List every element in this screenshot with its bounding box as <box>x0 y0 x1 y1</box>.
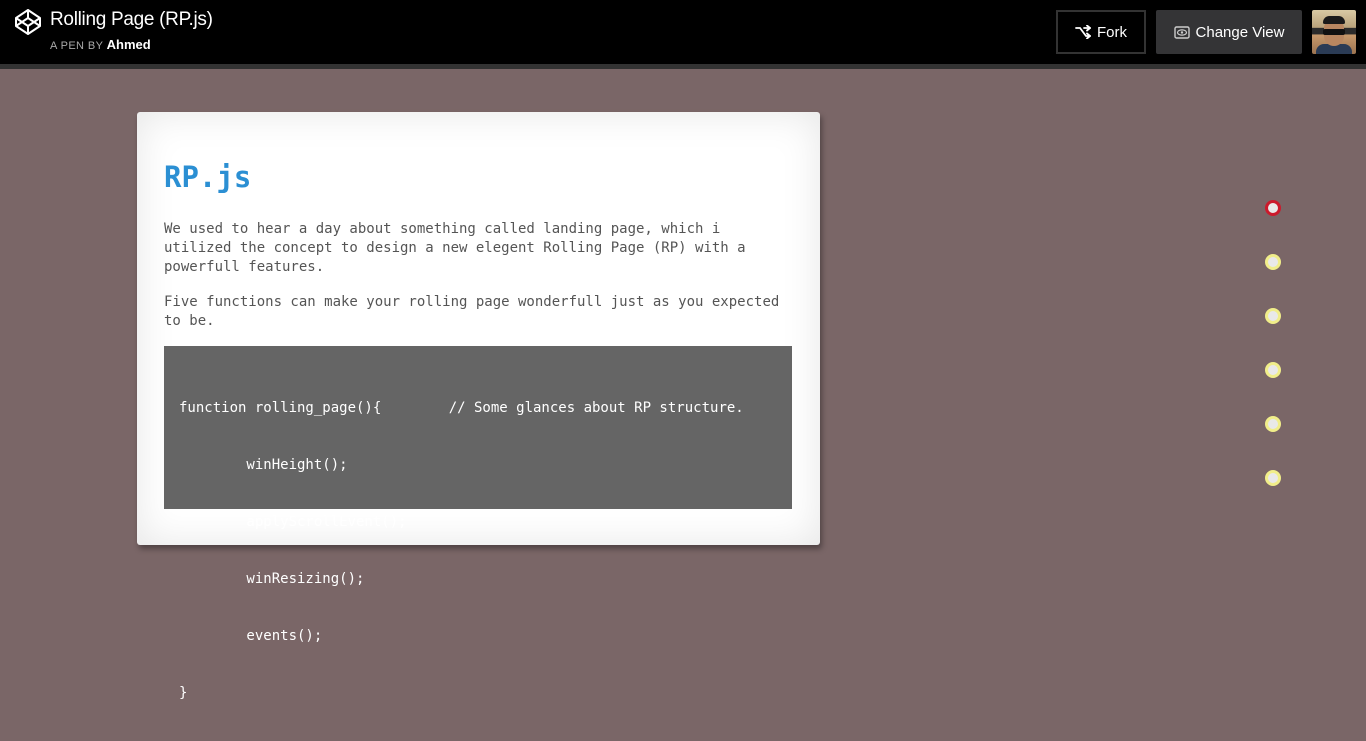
author-link[interactable]: Ahmed <box>107 37 151 52</box>
codepen-logo-icon[interactable] <box>14 8 42 36</box>
nav-dot-4[interactable] <box>1265 362 1281 378</box>
pen-title: Rolling Page (RP.js) <box>50 9 213 30</box>
code-line: winHeight(); <box>179 457 348 473</box>
code-line: winResizing(); <box>179 571 365 587</box>
content-card: RP.js We used to hear a day about someth… <box>137 112 820 701</box>
nav-dot-2[interactable] <box>1265 254 1281 270</box>
nav-dot-6[interactable] <box>1265 470 1281 486</box>
pen-byline: A PEN BY Ahmed <box>50 37 151 52</box>
nav-dot-5[interactable] <box>1265 416 1281 432</box>
change-view-label: Change View <box>1195 23 1285 41</box>
nav-dot-3[interactable] <box>1265 308 1281 324</box>
code-line: } <box>179 685 188 701</box>
code-line: events(); <box>179 628 323 644</box>
avatar[interactable] <box>1312 10 1356 54</box>
fork-icon <box>1075 25 1091 39</box>
eye-icon <box>1173 25 1190 39</box>
code-block: function rolling_page(){ // Some glances… <box>164 346 792 701</box>
fork-button[interactable]: Fork <box>1056 10 1146 54</box>
change-view-button[interactable]: Change View <box>1156 10 1302 54</box>
fork-label: Fork <box>1097 23 1127 41</box>
nav-dot-1[interactable] <box>1265 200 1281 216</box>
header-divider <box>0 64 1366 69</box>
byline-prefix: A PEN BY <box>50 40 104 52</box>
card-title: RP.js <box>164 160 252 194</box>
top-bar: Rolling Page (RP.js) A PEN BY Ahmed Fork… <box>0 0 1366 64</box>
functions-paragraph: Five functions can make your rolling pag… <box>164 294 780 329</box>
code-line: applyScrollEvent(); <box>179 514 407 530</box>
intro-paragraph: We used to hear a day about something ca… <box>164 221 746 275</box>
code-line: function rolling_page(){ // Some glances… <box>179 400 744 416</box>
